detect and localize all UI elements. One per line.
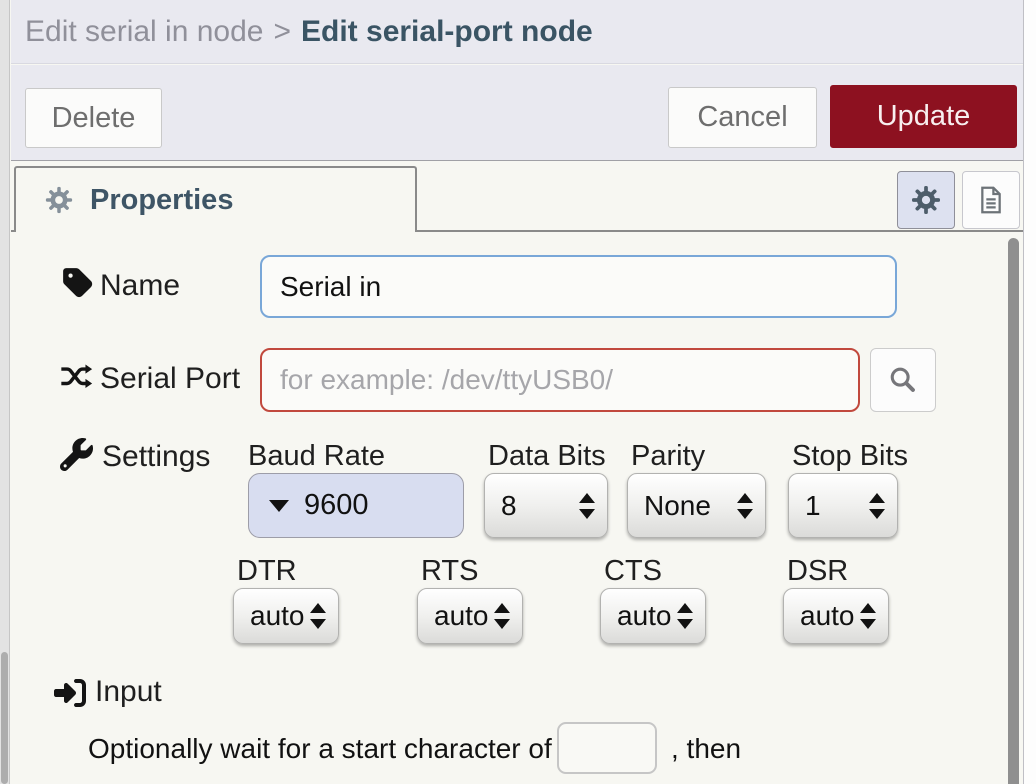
select-arrows-icon (494, 603, 510, 629)
left-panel-edge (0, 0, 10, 784)
tab-bar: Properties (11, 161, 1023, 232)
stop-bits-label: Stop Bits (792, 440, 908, 473)
baud-rate-value: 9600 (304, 489, 369, 522)
baud-rate-select[interactable]: 9600 (248, 473, 464, 538)
rts-label: RTS (421, 555, 478, 588)
dtr-label: DTR (237, 555, 297, 588)
data-bits-label: Data Bits (488, 440, 606, 473)
name-label: Name (100, 269, 180, 303)
node-settings-button[interactable] (897, 171, 955, 229)
start-character-input[interactable] (557, 722, 657, 774)
right-panel-edge (1023, 0, 1036, 784)
gear-icon (910, 184, 942, 216)
select-arrows-icon (737, 493, 753, 519)
cts-select[interactable]: auto (600, 588, 706, 644)
rts-value: auto (434, 600, 489, 632)
tab-properties-label: Properties (90, 184, 233, 217)
dsr-value: auto (800, 600, 855, 632)
dtr-select[interactable]: auto (233, 588, 339, 644)
sign-in-icon (52, 677, 88, 709)
baud-rate-label: Baud Rate (248, 440, 385, 473)
dsr-label: DSR (787, 555, 848, 588)
wrench-icon (60, 438, 93, 471)
data-bits-select[interactable]: 8 (484, 473, 608, 538)
settings-label: Settings (102, 440, 210, 474)
search-icon (886, 363, 920, 397)
then-text: , then (671, 733, 741, 765)
dsr-select[interactable]: auto (783, 588, 889, 644)
dialog-content: Properties (11, 161, 1023, 784)
select-arrows-icon (310, 603, 326, 629)
node-docs-button[interactable] (962, 171, 1020, 229)
breadcrumb-current: Edit serial-port node (301, 15, 593, 49)
vertical-scrollbar-thumb[interactable] (1008, 238, 1019, 784)
select-arrows-icon (579, 493, 595, 519)
left-scrollbar-thumb[interactable] (1, 652, 8, 784)
parity-select[interactable]: None (627, 473, 766, 538)
gear-icon (44, 185, 74, 215)
parity-label: Parity (631, 440, 705, 473)
shuffle-icon (57, 360, 95, 392)
data-bits-value: 8 (501, 490, 517, 522)
chevron-down-icon (269, 500, 289, 512)
delete-button[interactable]: Delete (25, 88, 162, 148)
select-arrows-icon (860, 603, 876, 629)
wait-start-char-text: Optionally wait for a start character of (88, 733, 552, 765)
dialog-toolbar: Delete Cancel Update (11, 65, 1023, 161)
name-input[interactable] (260, 255, 897, 318)
edit-serial-port-dialog: Edit serial in node > Edit serial-port n… (0, 0, 1036, 784)
dtr-value: auto (250, 600, 305, 632)
dialog-header: Edit serial in node > Edit serial-port n… (11, 0, 1023, 64)
input-section-label: Input (95, 675, 162, 709)
cancel-button[interactable]: Cancel (668, 87, 817, 148)
parity-value: None (644, 490, 711, 522)
cts-label: CTS (604, 555, 662, 588)
breadcrumb-separator: > (273, 15, 291, 49)
select-arrows-icon (677, 603, 693, 629)
serial-port-label: Serial Port (100, 362, 240, 396)
cts-value: auto (617, 600, 672, 632)
breadcrumb-parent[interactable]: Edit serial in node (25, 15, 263, 49)
tab-properties[interactable]: Properties (14, 166, 417, 232)
serial-port-input[interactable] (260, 348, 860, 412)
select-arrows-icon (869, 493, 885, 519)
update-button[interactable]: Update (830, 85, 1017, 148)
stop-bits-value: 1 (805, 490, 821, 522)
rts-select[interactable]: auto (417, 588, 523, 644)
tag-icon (61, 266, 95, 300)
serial-port-lookup-button[interactable] (870, 348, 936, 412)
document-icon (975, 184, 1007, 216)
stop-bits-select[interactable]: 1 (788, 473, 898, 538)
